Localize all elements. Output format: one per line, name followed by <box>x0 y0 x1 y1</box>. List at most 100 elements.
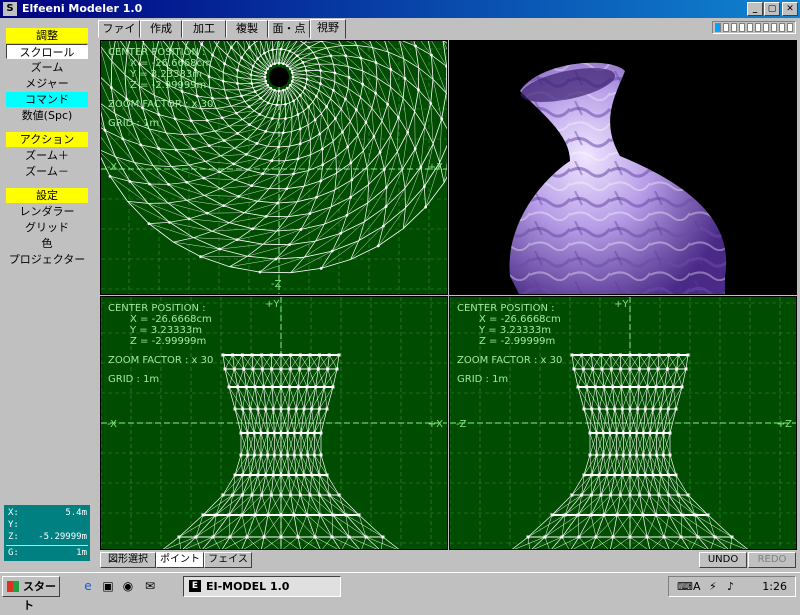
maximize-button[interactable]: ▢ <box>764 2 780 16</box>
sidebar-item[interactable]: メジャー <box>6 76 88 91</box>
axis-label-left: -X <box>107 419 117 430</box>
grid-label: G: <box>8 547 19 559</box>
progress-cell <box>739 23 745 32</box>
taskbar: スタート e ▣ ◉ ✉ E EI-MODEL 1.0 ⌨ A ⚡ ♪ 1:26 <box>0 572 800 600</box>
progress-cell <box>787 23 793 32</box>
sidebar-item: アクション <box>6 132 88 147</box>
z-value: -5.29999m <box>38 531 87 543</box>
outlook-icon[interactable]: ✉ <box>142 578 158 594</box>
axis-label-right: +Z <box>777 419 792 430</box>
system-tray: ⌨ A ⚡ ♪ 1:26 <box>668 576 796 597</box>
start-label: スタート <box>23 577 59 615</box>
sidebar-item[interactable]: グリッド <box>6 220 88 235</box>
clock: 1:26 <box>762 579 787 594</box>
windows-logo-icon <box>7 581 19 592</box>
viewport-info: CENTER POSITION : X = -26.6668cm Y = 3.2… <box>108 47 213 129</box>
tray-plug-icon[interactable]: ⚡ <box>709 579 717 594</box>
browser-icon[interactable]: e <box>80 578 96 594</box>
progress-cell <box>747 23 753 32</box>
center-y: Y = 3.23333m <box>457 325 562 336</box>
tab-1[interactable]: 作成 <box>140 20 182 38</box>
tab-3[interactable]: 複製 <box>226 20 268 38</box>
center-position-title: CENTER POSITION : <box>108 47 213 58</box>
main-window: S Elfeeni Modeler 1.0 _ ▢ ✕ 調整スクロールズームメジ… <box>0 0 800 571</box>
viewport-top[interactable]: CENTER POSITION : X = -26.6668cm Y = 3.2… <box>100 40 448 295</box>
axis-label-top: +Y <box>265 299 280 310</box>
coordinate-readout: X:5.4m Y: Z:-5.29999m G:1m <box>4 505 90 561</box>
desktop-icon[interactable]: ▣ <box>100 578 116 594</box>
z-label: Z: <box>8 531 19 543</box>
sidebar-item[interactable]: プロジェクター <box>6 252 88 267</box>
progress-indicator <box>712 21 796 34</box>
progress-cell <box>755 23 761 32</box>
progress-cell <box>779 23 785 32</box>
tray-volume-icon[interactable]: ♪ <box>727 579 734 594</box>
start-button[interactable]: スタート <box>2 576 60 597</box>
axis-label-left: -Z <box>456 419 466 430</box>
center-y: Y = 3.23333m <box>108 69 213 80</box>
sidebar-item[interactable]: レンダラー <box>6 204 88 219</box>
zoom-factor: ZOOM FACTOR : x 30 <box>108 355 213 366</box>
tray-keyboard-icon[interactable]: ⌨ <box>677 579 693 594</box>
viewport-side[interactable]: CENTER POSITION : X = -26.6668cm Y = 3.2… <box>449 296 797 550</box>
sidebar-item[interactable]: 色 <box>6 236 88 251</box>
redo-button[interactable]: REDO <box>748 552 796 568</box>
tray-input-icon[interactable]: A <box>693 579 701 594</box>
viewport-info: CENTER POSITION : X = -26.6668cm Y = 3.2… <box>108 303 213 385</box>
taskbar-item-ei-model[interactable]: E EI-MODEL 1.0 <box>183 576 341 597</box>
center-position-title: CENTER POSITION : <box>457 303 562 314</box>
sidebar-item: コマンド <box>6 92 88 107</box>
center-y: Y = 3.23333m <box>108 325 213 336</box>
coord-separator <box>6 545 88 546</box>
viewport-front[interactable]: CENTER POSITION : X = -26.6668cm Y = 3.2… <box>100 296 448 550</box>
axis-label-right: +X <box>428 419 443 430</box>
grid-size: GRID : 1m <box>108 374 213 385</box>
title-bar[interactable]: S Elfeeni Modeler 1.0 _ ▢ ✕ <box>0 0 800 18</box>
sidebar-item[interactable]: ズーム <box>6 60 88 75</box>
sidebar-item[interactable]: スクロール <box>6 44 88 59</box>
rendered-vase <box>450 41 797 295</box>
channel-icon[interactable]: ◉ <box>120 578 136 594</box>
grid-size: GRID : 1m <box>457 374 562 385</box>
y-label: Y: <box>8 519 19 531</box>
app-task-icon: E <box>189 580 201 592</box>
zoom-factor: ZOOM FACTOR : x 30 <box>108 99 213 110</box>
minimize-button[interactable]: _ <box>747 2 763 16</box>
sidebar-item[interactable]: 数値(Spc) <box>6 108 88 123</box>
sidebar-item: 設定 <box>6 188 88 203</box>
tab-5[interactable]: 視野 <box>310 19 346 39</box>
tab-0[interactable]: ファイル <box>98 20 140 38</box>
center-x: X = -26.6668cm <box>108 58 213 69</box>
tab-2[interactable]: 加工 <box>182 20 226 38</box>
center-z: Z = -2.99999m <box>457 336 562 347</box>
center-z: Z = -2.99999m <box>108 336 213 347</box>
app-icon[interactable]: S <box>3 2 17 16</box>
viewport-render[interactable] <box>449 40 797 295</box>
window-title: Elfeeni Modeler 1.0 <box>22 0 142 18</box>
zoom-factor: ZOOM FACTOR : x 30 <box>457 355 562 366</box>
selection-tab-1[interactable]: ポイント <box>156 552 204 568</box>
axis-label-right: +X <box>428 162 443 173</box>
close-button[interactable]: ✕ <box>782 2 798 16</box>
sidebar-item[interactable]: ズーム＋ <box>6 148 88 163</box>
tool-sidebar: 調整スクロールズームメジャーコマンド数値(Spc) アクションズーム＋ズーム－ 設定… <box>4 24 90 567</box>
tab-4[interactable]: 面・点 <box>268 20 310 38</box>
undo-button[interactable]: UNDO <box>699 552 747 568</box>
selection-tab-0[interactable]: 図形選択 <box>100 552 156 568</box>
axis-label-bottom: -Z <box>271 279 281 290</box>
progress-cell <box>771 23 777 32</box>
progress-cell <box>763 23 769 32</box>
x-label: X: <box>8 507 19 519</box>
center-z: Z = -2.99999m <box>108 80 213 91</box>
selection-tab-2[interactable]: フェイス <box>204 552 252 568</box>
center-x: X = -26.6668cm <box>108 314 213 325</box>
sidebar-item[interactable]: ズーム－ <box>6 164 88 179</box>
axis-label-top: +Y <box>614 299 629 310</box>
task-label: EI-MODEL 1.0 <box>206 577 289 596</box>
progress-cell <box>723 23 729 32</box>
center-position-title: CENTER POSITION : <box>108 303 213 314</box>
progress-cell <box>715 23 721 32</box>
sidebar-item: 調整 <box>6 28 88 43</box>
center-x: X = -26.6668cm <box>457 314 562 325</box>
axis-label-left: -X <box>107 162 117 173</box>
